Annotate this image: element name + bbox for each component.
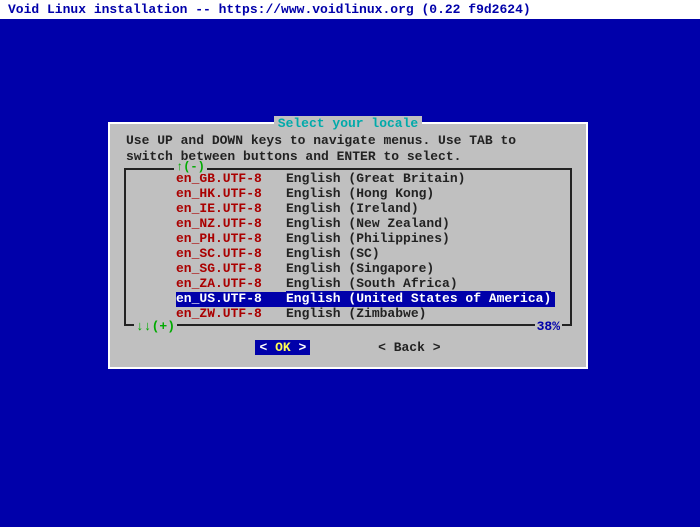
locale-dialog: Select your locale Use UP and DOWN keys … [108, 122, 588, 369]
ok-button[interactable]: < OK > [255, 340, 310, 355]
locale-code: en_NZ.UTF-8 [176, 217, 286, 232]
locale-listbox[interactable]: ↑(-) en_GB.UTF-8English (Great Britain)e… [124, 168, 572, 325]
locale-row[interactable]: en_SC.UTF-8English (SC) [130, 247, 566, 262]
locale-code: en_GB.UTF-8 [176, 172, 286, 187]
locale-row[interactable]: en_ZA.UTF-8English (South Africa) [130, 277, 566, 292]
locale-desc: English (Singapore) [286, 262, 434, 277]
locale-code: en_SG.UTF-8 [176, 262, 286, 277]
locale-row[interactable]: en_PH.UTF-8English (Philippines) [130, 232, 566, 247]
dialog-title: Select your locale [274, 116, 422, 131]
locale-code: en_HK.UTF-8 [176, 187, 286, 202]
locale-desc: English (Philippines) [286, 232, 450, 247]
locale-desc: English (Ireland) [286, 202, 419, 217]
locale-desc: English (SC) [286, 247, 380, 262]
locale-row[interactable]: en_NZ.UTF-8English (New Zealand) [130, 217, 566, 232]
title-bar: Void Linux installation -- https://www.v… [0, 0, 700, 19]
list-footer: ↓↓(+) 38% [126, 319, 570, 334]
locale-row[interactable]: en_US.UTF-8English (United States of Ame… [130, 292, 566, 307]
scroll-down-indicator: ↓↓(+) [134, 319, 177, 334]
locale-code: en_IE.UTF-8 [176, 202, 286, 217]
scroll-percent: 38% [535, 319, 562, 334]
locale-row[interactable]: en_IE.UTF-8English (Ireland) [130, 202, 566, 217]
locale-desc: English (New Zealand) [286, 217, 450, 232]
locale-desc: English (Great Britain) [286, 172, 465, 187]
locale-code: en_US.UTF-8 [176, 292, 286, 307]
locale-row[interactable]: en_HK.UTF-8English (Hong Kong) [130, 187, 566, 202]
button-row: < OK > < Back > [122, 340, 574, 355]
locale-desc: English (South Africa) [286, 277, 458, 292]
locale-code: en_SC.UTF-8 [176, 247, 286, 262]
locale-desc: English (United States of America) [286, 291, 551, 306]
locale-code: en_PH.UTF-8 [176, 232, 286, 247]
dialog-title-row: Select your locale [122, 116, 574, 131]
locale-desc: English (Hong Kong) [286, 187, 434, 202]
scroll-up-indicator: ↑(-) [174, 160, 207, 174]
locale-code: en_ZA.UTF-8 [176, 277, 286, 292]
title-text: Void Linux installation -- https://www.v… [8, 2, 531, 17]
back-button[interactable]: < Back > [378, 340, 440, 355]
locale-row[interactable]: en_SG.UTF-8English (Singapore) [130, 262, 566, 277]
locale-row[interactable]: en_GB.UTF-8English (Great Britain) [130, 172, 566, 187]
